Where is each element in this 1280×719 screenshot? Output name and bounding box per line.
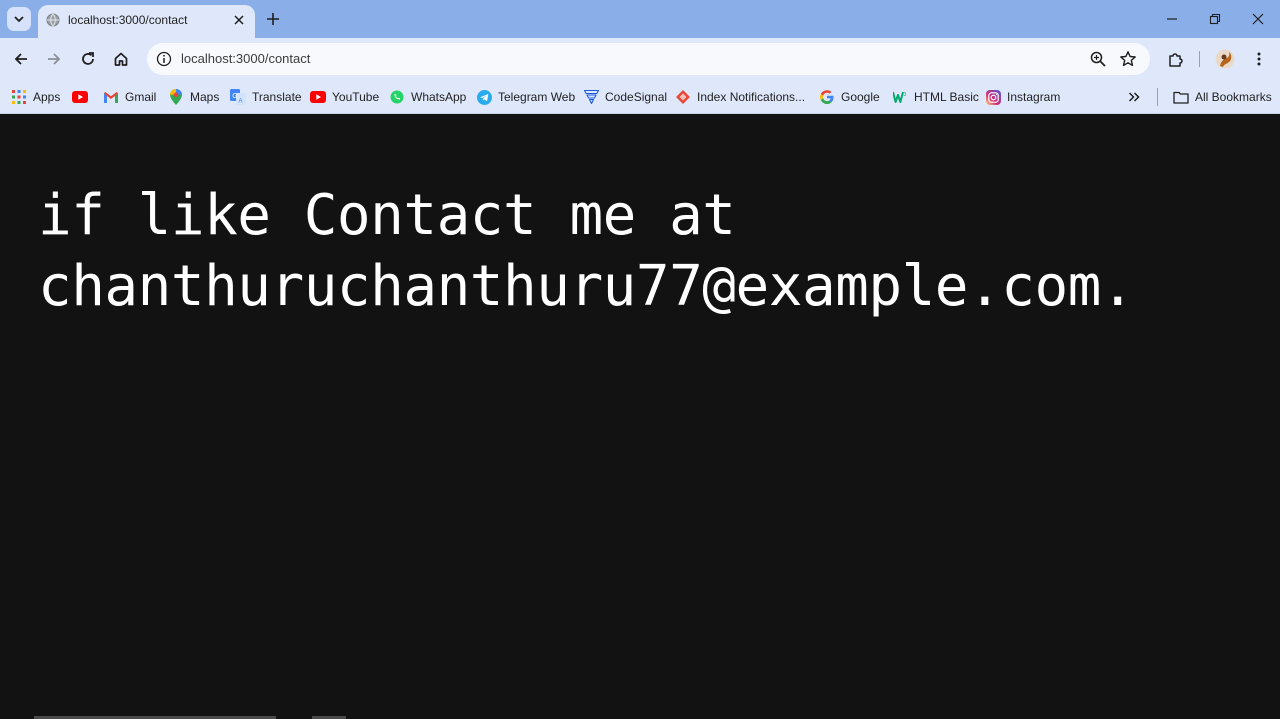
home-icon bbox=[114, 52, 128, 66]
bookmark-youtube-icon-only[interactable] bbox=[72, 88, 94, 106]
chevron-double-right-icon bbox=[1128, 92, 1140, 102]
contact-email: chanthuruchanthuru77@example.com. bbox=[38, 254, 1135, 319]
bookmark-label: Telegram Web bbox=[498, 90, 576, 104]
contact-message: if like Contact me at chanthuruchanthuru… bbox=[38, 180, 1135, 322]
whatsapp-icon bbox=[389, 89, 405, 105]
w3schools-icon: 3 bbox=[892, 89, 908, 105]
kebab-menu-icon bbox=[1257, 52, 1261, 66]
arrow-right-icon bbox=[48, 53, 61, 65]
bookmark-html-basic[interactable]: 3 HTML Basic bbox=[892, 88, 979, 106]
bookmark-label: Gmail bbox=[125, 90, 157, 104]
forward-button[interactable] bbox=[42, 47, 66, 71]
info-icon bbox=[156, 51, 172, 67]
gmail-icon bbox=[103, 89, 119, 105]
home-button[interactable] bbox=[109, 47, 133, 71]
bookmark-translate[interactable]: GA Translate bbox=[230, 88, 302, 106]
active-tab[interactable]: localhost:3000/contact bbox=[38, 5, 255, 38]
close-icon bbox=[1252, 13, 1264, 25]
tab-close-button[interactable] bbox=[231, 12, 247, 28]
bookmark-label: YouTube bbox=[332, 90, 380, 104]
tab-strip: localhost:3000/contact bbox=[0, 0, 1280, 38]
bookmark-google[interactable]: Google bbox=[819, 88, 880, 106]
restore-icon bbox=[1209, 13, 1221, 25]
bookmark-label: Apps bbox=[33, 90, 61, 104]
browser-menu-button[interactable] bbox=[1247, 47, 1271, 71]
all-bookmarks-label: All Bookmarks bbox=[1195, 90, 1272, 104]
tab-title: localhost:3000/contact bbox=[68, 13, 188, 27]
bookmark-label: Instagram bbox=[1007, 90, 1061, 104]
browser-toolbar: localhost:3000/contact bbox=[0, 38, 1280, 81]
index-icon bbox=[675, 89, 691, 105]
bookmark-index-notifications[interactable]: Index Notifications... bbox=[675, 88, 805, 106]
address-bar[interactable]: localhost:3000/contact bbox=[147, 43, 1150, 75]
close-icon bbox=[234, 15, 244, 25]
page-viewport: if like Contact me at chanthuruchanthuru… bbox=[0, 114, 1280, 719]
bookmark-telegram-web[interactable]: Telegram Web bbox=[476, 88, 575, 106]
profile-avatar[interactable] bbox=[1213, 47, 1237, 71]
zoom-icon[interactable] bbox=[1089, 50, 1107, 68]
codesignal-icon bbox=[583, 89, 599, 105]
url-text[interactable]: localhost:3000/contact bbox=[181, 51, 310, 66]
minimize-icon bbox=[1167, 18, 1177, 20]
bookmark-label: HTML Basic bbox=[914, 90, 979, 104]
maps-icon bbox=[168, 89, 184, 105]
site-info-button[interactable] bbox=[153, 48, 175, 70]
bookmark-label: Translate bbox=[252, 90, 302, 104]
arrow-left-icon bbox=[14, 53, 27, 65]
svg-text:3: 3 bbox=[903, 92, 906, 98]
bookmark-star-icon[interactable] bbox=[1119, 50, 1137, 68]
translate-icon: GA bbox=[230, 89, 246, 105]
avatar-icon bbox=[1215, 49, 1235, 69]
svg-text:G: G bbox=[232, 93, 237, 100]
instagram-icon bbox=[985, 89, 1001, 105]
globe-icon bbox=[46, 13, 60, 27]
new-tab-button[interactable] bbox=[264, 10, 282, 28]
back-button[interactable] bbox=[9, 47, 33, 71]
tab-search-button[interactable] bbox=[7, 7, 31, 31]
folder-icon bbox=[1173, 89, 1189, 105]
bookmark-apps[interactable]: Apps bbox=[11, 88, 60, 106]
toolbar-divider bbox=[1199, 51, 1200, 67]
more-bookmarks-button[interactable] bbox=[1128, 88, 1140, 106]
contact-message-line-1: if like Contact me at bbox=[38, 183, 736, 248]
svg-text:A: A bbox=[239, 99, 243, 105]
bookmark-codesignal[interactable]: CodeSignal bbox=[583, 88, 667, 106]
bookmarks-divider bbox=[1157, 88, 1158, 106]
apps-grid-icon bbox=[11, 89, 27, 105]
close-window-button[interactable] bbox=[1249, 10, 1267, 28]
bookmarks-bar: Apps Gmail Maps GA Translate YouTube Wha… bbox=[0, 81, 1280, 114]
restore-button[interactable] bbox=[1206, 10, 1224, 28]
youtube-icon bbox=[310, 89, 326, 105]
bookmark-label: Index Notifications... bbox=[697, 90, 806, 104]
bookmark-gmail[interactable]: Gmail bbox=[103, 88, 156, 106]
telegram-icon bbox=[476, 89, 492, 105]
reload-icon bbox=[82, 52, 94, 65]
bookmark-label: CodeSignal bbox=[605, 90, 668, 104]
plus-icon bbox=[267, 13, 279, 25]
bookmark-maps[interactable]: Maps bbox=[168, 88, 219, 106]
bookmark-label: WhatsApp bbox=[411, 90, 467, 104]
bookmark-label: Google bbox=[841, 90, 880, 104]
chevron-down-icon bbox=[14, 16, 24, 23]
google-icon bbox=[819, 89, 835, 105]
bookmark-instagram[interactable]: Instagram bbox=[985, 88, 1060, 106]
minimize-button[interactable] bbox=[1163, 10, 1181, 28]
puzzle-icon bbox=[1169, 53, 1183, 67]
bookmark-whatsapp[interactable]: WhatsApp bbox=[389, 88, 466, 106]
all-bookmarks-button[interactable]: All Bookmarks bbox=[1173, 88, 1272, 106]
bookmark-label: Maps bbox=[190, 90, 220, 104]
extensions-button[interactable] bbox=[1164, 47, 1188, 71]
youtube-icon bbox=[72, 89, 88, 105]
bookmark-youtube[interactable]: YouTube bbox=[310, 88, 379, 106]
reload-button[interactable] bbox=[76, 47, 100, 71]
